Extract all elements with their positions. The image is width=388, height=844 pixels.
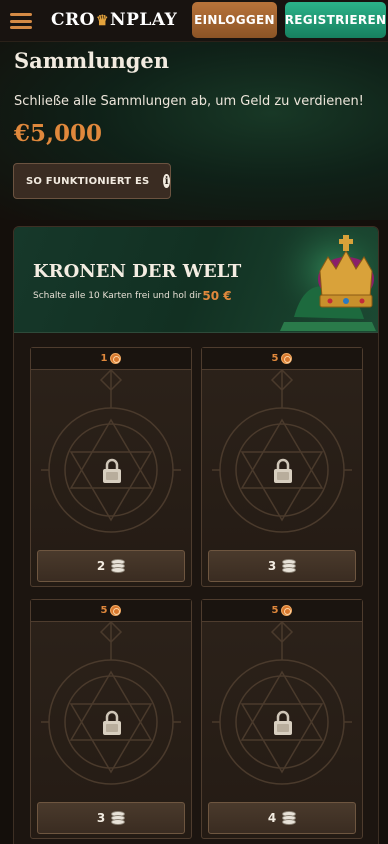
- card-chip-count: 4: [267, 811, 277, 825]
- coin-icon: [281, 605, 293, 616]
- page-title: Sammlungen: [14, 48, 170, 73]
- chip-stack-icon: [282, 811, 297, 825]
- crownplay-logo[interactable]: CRO♛NPLAY: [51, 10, 177, 30]
- top-header: CRO♛NPLAY EINLOGGEN REGISTRIEREN: [0, 0, 388, 42]
- lock-icon: [274, 458, 292, 483]
- how-it-works-button[interactable]: SO FUNKTIONIERT ES i: [13, 163, 171, 199]
- crown-icon: ♛: [95, 13, 110, 29]
- card-chips-footer: 2: [37, 550, 185, 582]
- collection-card[interactable]: 1 2: [30, 347, 192, 587]
- card-cost-header: 5: [202, 348, 362, 370]
- card-cost-header: 5: [31, 600, 191, 622]
- collection-subtitle: Schalte alle 10 Karten frei und hol dir: [33, 291, 202, 301]
- collection-card[interactable]: 5 3: [30, 599, 192, 839]
- collection-card[interactable]: 5 3: [201, 347, 363, 587]
- chip-stack-icon: [111, 559, 126, 573]
- card-chip-count: 3: [267, 559, 277, 573]
- lock-icon: [274, 710, 292, 735]
- card-chip-count: 3: [96, 811, 106, 825]
- register-button[interactable]: REGISTRIEREN: [285, 2, 386, 38]
- card-cost: 5: [271, 353, 279, 364]
- how-it-works-label: SO FUNKTIONIERT ES: [26, 175, 150, 187]
- coin-icon: [281, 353, 293, 364]
- lock-icon: [103, 710, 121, 735]
- card-chip-count: 2: [96, 559, 106, 573]
- collection-card[interactable]: 5 4: [201, 599, 363, 839]
- collection-banner: KRONEN DER WELT Schalte alle 10 Karten f…: [14, 227, 378, 333]
- card-cost-header: 5: [202, 600, 362, 622]
- prize-amount: €5,000: [14, 120, 103, 147]
- login-button[interactable]: EINLOGGEN: [192, 2, 277, 38]
- coin-icon: [110, 353, 122, 364]
- crown-illustration: [264, 227, 378, 333]
- chip-stack-icon: [111, 811, 126, 825]
- card-chips-footer: 3: [37, 802, 185, 834]
- card-cost: 5: [100, 605, 108, 616]
- collection-panel: KRONEN DER WELT Schalte alle 10 Karten f…: [13, 226, 379, 844]
- chip-stack-icon: [282, 559, 297, 573]
- lock-icon: [103, 458, 121, 483]
- info-icon: i: [163, 174, 170, 188]
- collection-reward: 50 €: [202, 289, 232, 303]
- collection-title: KRONEN DER WELT: [33, 261, 242, 282]
- hamburger-menu-icon[interactable]: [10, 13, 32, 29]
- card-cost: 1: [100, 353, 108, 364]
- card-chips-footer: 4: [208, 802, 356, 834]
- page-subtitle: Schließe alle Sammlungen ab, um Geld zu …: [14, 94, 364, 109]
- card-cost-header: 1: [31, 348, 191, 370]
- card-cost: 5: [271, 605, 279, 616]
- card-chips-footer: 3: [208, 550, 356, 582]
- collections-hero: Sammlungen Schließe alle Sammlungen ab, …: [0, 42, 388, 220]
- coin-icon: [110, 605, 122, 616]
